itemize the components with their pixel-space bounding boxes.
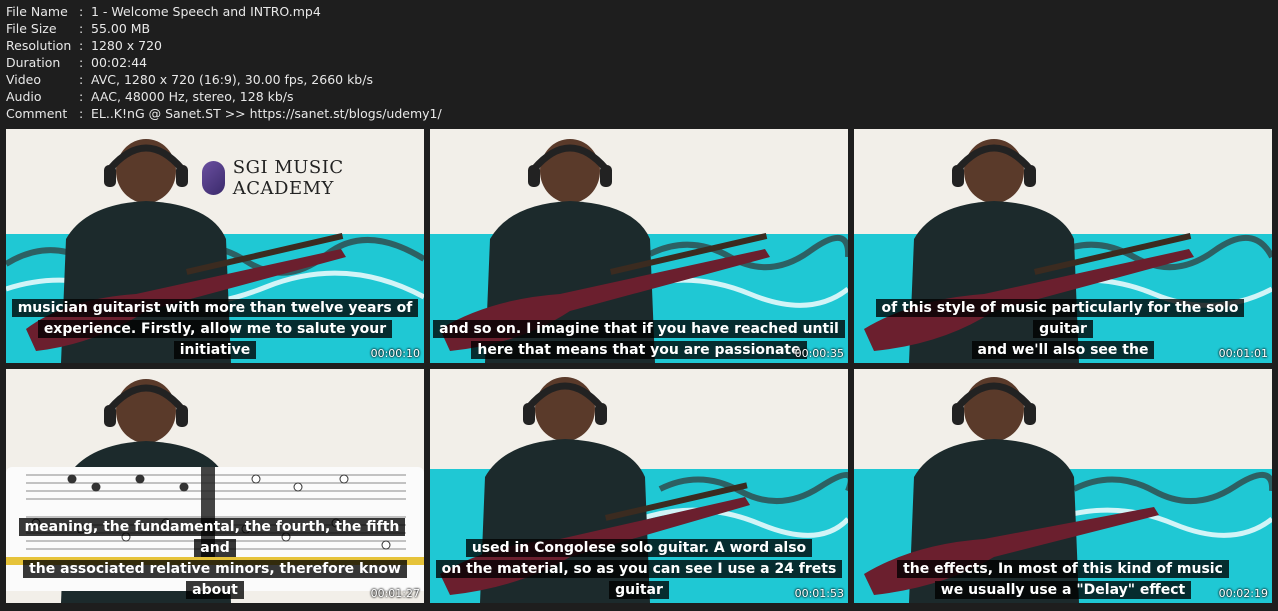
info-value: 1280 x 720 — [91, 38, 163, 53]
info-separator: : — [79, 106, 84, 121]
info-separator: : — [79, 89, 84, 104]
info-row-file-size: File Size : 55.00 MB — [6, 20, 442, 37]
info-row-duration: Duration : 00:02:44 — [6, 54, 442, 71]
info-row-video: Video : AVC, 1280 x 720 (16:9), 30.00 fp… — [6, 71, 442, 88]
info-label: Audio — [6, 89, 42, 104]
timestamp: 00:00:10 — [370, 347, 420, 360]
info-separator: : — [79, 21, 84, 36]
info-separator: : — [79, 72, 84, 87]
scene-image — [854, 369, 1272, 603]
scene-image — [854, 129, 1272, 363]
info-label: Video — [6, 72, 42, 87]
timestamp: 00:02:19 — [1218, 587, 1268, 600]
info-value: AVC, 1280 x 720 (16:9), 30.00 fps, 2660 … — [91, 72, 373, 87]
fretboard-highlight-bar — [6, 557, 424, 565]
info-row-file-name: File Name : 1 - Welcome Speech and INTRO… — [6, 3, 442, 20]
timestamp: 00:01:27 — [370, 587, 420, 600]
info-separator: : — [79, 38, 84, 53]
info-label: Duration — [6, 55, 61, 70]
timestamp: 00:01:01 — [1218, 347, 1268, 360]
timestamp: 00:00:35 — [794, 347, 844, 360]
info-value: 1 - Welcome Speech and INTRO.mp4 — [91, 4, 321, 19]
fretboard-diagram — [6, 467, 424, 591]
info-row-resolution: Resolution : 1280 x 720 — [6, 37, 442, 54]
timestamp: 00:01:53 — [794, 587, 844, 600]
info-row-audio: Audio : AAC, 48000 Hz, stereo, 128 kb/s — [6, 88, 442, 105]
video-thumbnail[interactable]: meaning, the fundamental, the fourth, th… — [6, 369, 424, 603]
academy-logo: SGI MUSIC ACADEMY — [202, 157, 424, 199]
video-thumbnail[interactable]: of this style of music particularly for … — [854, 129, 1272, 363]
info-label: File Size — [6, 21, 57, 36]
info-value: AAC, 48000 Hz, stereo, 128 kb/s — [91, 89, 294, 104]
video-thumbnail[interactable]: and so on. I imagine that if you have re… — [430, 129, 848, 363]
video-thumbnail[interactable]: SGI MUSIC ACADEMY musician guitarist wit… — [6, 129, 424, 363]
info-label: Comment — [6, 106, 68, 121]
video-thumbnail[interactable]: the effects, In most of this kind of mus… — [854, 369, 1272, 603]
info-value: 55.00 MB — [91, 21, 151, 36]
info-label: Resolution — [6, 38, 72, 53]
info-separator: : — [79, 55, 84, 70]
info-separator: : — [79, 4, 84, 19]
info-value: EL..K!nG @ Sanet.ST >> https://sanet.st/… — [91, 106, 442, 121]
video-thumbnail[interactable]: used in Congolese solo guitar. A word al… — [430, 369, 848, 603]
scene-image — [430, 129, 848, 363]
info-row-comment: Comment : EL..K!nG @ Sanet.ST >> https:/… — [6, 105, 442, 122]
info-value: 00:02:44 — [91, 55, 148, 70]
logo-text: SGI MUSIC ACADEMY — [232, 157, 344, 199]
info-label: File Name — [6, 4, 68, 19]
file-info-panel: File Name : 1 - Welcome Speech and INTRO… — [6, 3, 442, 122]
scene-image — [430, 369, 848, 603]
logo-mark-icon — [202, 161, 225, 195]
fretboard-chart-icon — [26, 467, 406, 557]
